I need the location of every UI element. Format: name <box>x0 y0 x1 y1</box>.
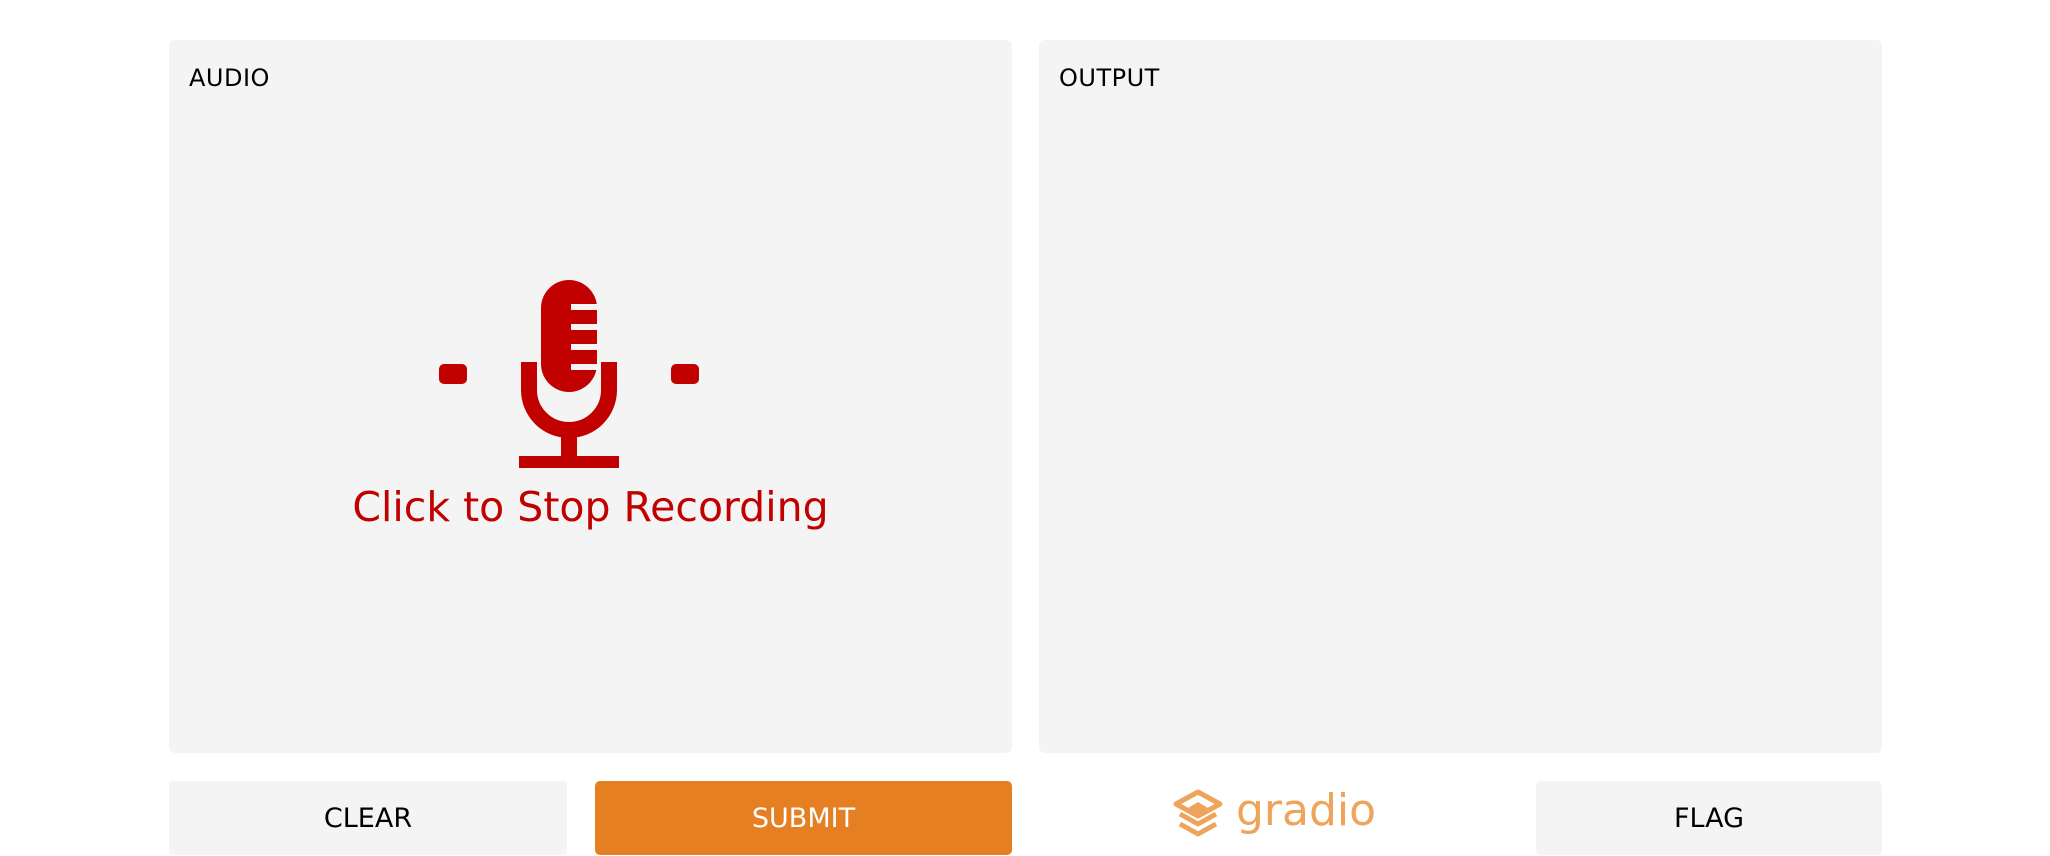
flag-button[interactable]: FLAG <box>1536 781 1882 855</box>
stop-recording-label: Click to Stop Recording <box>352 483 829 531</box>
audio-input-panel: AUDIO Click to Stop Recording <box>169 40 1012 753</box>
microphone-icon <box>439 280 699 468</box>
stop-recording-button[interactable]: Click to Stop Recording <box>169 40 1012 753</box>
gradio-interface: AUDIO Click to Stop Recording OUTPUT CLE… <box>0 0 2050 856</box>
output-panel-label: OUTPUT <box>1059 64 1160 92</box>
gradio-logo-text: gradio <box>1236 785 1377 836</box>
gradio-logo-icon <box>1173 789 1223 837</box>
output-panel: OUTPUT <box>1039 40 1882 753</box>
gradio-logo: gradio <box>1172 788 1376 840</box>
clear-button[interactable]: CLEAR <box>169 781 567 855</box>
submit-button[interactable]: SUBMIT <box>595 781 1012 855</box>
